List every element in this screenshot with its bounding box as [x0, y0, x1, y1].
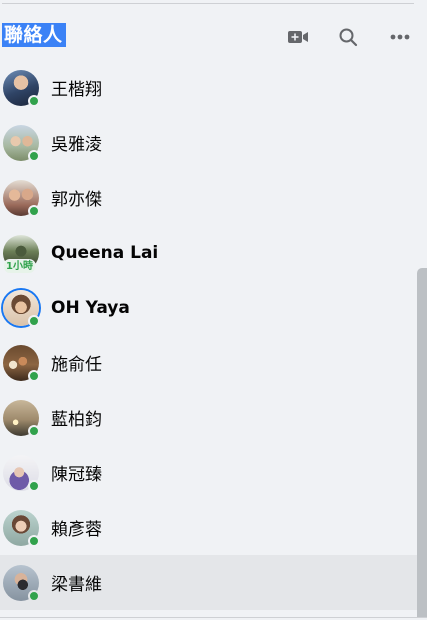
contact-name: 陳冠臻 [51, 465, 102, 485]
online-status-dot [28, 149, 40, 162]
online-status-dot [28, 589, 40, 602]
avatar-wrap [3, 69, 40, 107]
search-button[interactable] [333, 22, 363, 52]
contact-item[interactable]: 王楷翔 [0, 60, 427, 115]
contact-item[interactable]: OH Yaya [0, 280, 427, 335]
avatar-wrap [3, 289, 40, 327]
online-status-dot [28, 204, 40, 217]
contact-item[interactable]: 郭亦傑 [0, 170, 427, 225]
online-status-dot [28, 369, 40, 382]
contact-name: 藍柏鈞 [51, 410, 102, 430]
contact-name: OH Yaya [51, 297, 130, 318]
contact-name: Queena Lai [51, 242, 159, 263]
avatar-wrap [3, 344, 40, 382]
contact-item[interactable]: 賴彥蓉 [0, 500, 427, 555]
search-icon [339, 28, 358, 47]
online-status-dot [28, 534, 40, 547]
online-status-dot [28, 94, 40, 107]
contact-item[interactable]: 梁書維 [0, 555, 427, 610]
contacts-header: 聯絡人 [0, 0, 427, 65]
contact-name: 吳雅淩 [51, 135, 102, 155]
contact-item[interactable]: 1小時 Queena Lai [0, 225, 427, 280]
avatar-wrap [3, 124, 40, 162]
contact-name: 梁書維 [51, 575, 102, 595]
contact-name: 郭亦傑 [51, 190, 102, 210]
contact-item[interactable]: 吳雅淩 [0, 115, 427, 170]
contacts-title: 聯絡人 [2, 23, 66, 47]
video-call-icon [288, 31, 308, 43]
online-status-dot [28, 424, 40, 437]
contact-name: 施俞任 [51, 355, 102, 375]
contact-list: 王楷翔 吳雅淩 郭亦傑 1小時 Queena Lai OH Yaya 施俞任 藍… [0, 60, 427, 615]
avatar-wrap: 1小時 [3, 234, 39, 274]
more-options-button[interactable] [385, 22, 415, 52]
avatar-wrap [3, 509, 40, 547]
last-active-badge: 1小時 [3, 258, 36, 274]
contact-item[interactable]: 藍柏鈞 [0, 390, 427, 445]
scrollbar-thumb[interactable] [417, 268, 427, 618]
video-call-button[interactable] [283, 22, 313, 52]
avatar-wrap [3, 179, 40, 217]
bottom-divider [0, 617, 427, 618]
contact-item[interactable]: 陳冠臻 [0, 445, 427, 500]
online-status-dot [28, 479, 40, 492]
online-status-dot [28, 314, 40, 327]
more-options-icon [390, 34, 410, 40]
contact-item[interactable]: 施俞任 [0, 335, 427, 390]
contact-name: 王楷翔 [51, 80, 102, 100]
avatar-wrap [3, 454, 40, 492]
contact-name: 賴彥蓉 [51, 520, 102, 540]
avatar-wrap [3, 564, 40, 602]
avatar-wrap [3, 399, 40, 437]
